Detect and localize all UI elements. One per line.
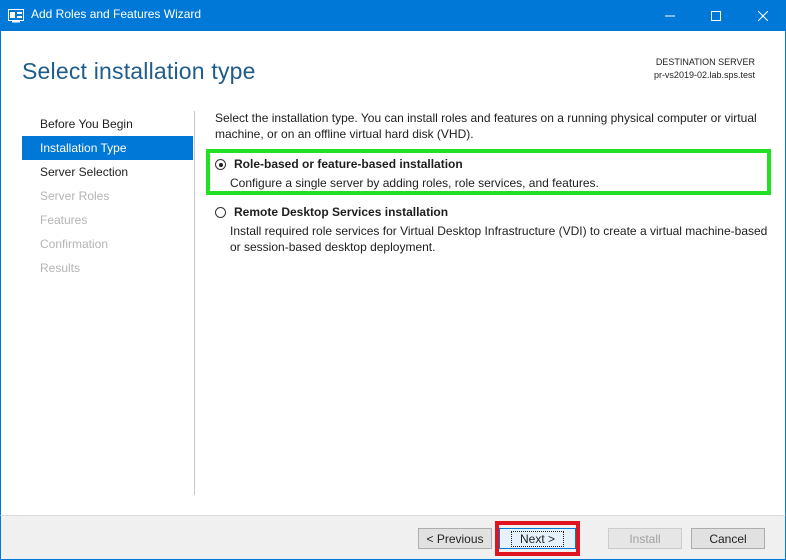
nav-item-before-you-begin[interactable]: Before You Begin xyxy=(22,112,193,136)
install-button: Install xyxy=(608,528,682,549)
minimize-icon xyxy=(665,15,675,16)
nav-item-server-selection[interactable]: Server Selection xyxy=(22,160,193,184)
previous-button[interactable]: < Previous xyxy=(418,528,492,549)
maximize-icon xyxy=(711,10,721,21)
nav-item-results: Results xyxy=(40,261,81,275)
radio-remote-desktop[interactable] xyxy=(215,207,226,218)
cancel-button-label: Cancel xyxy=(709,531,747,546)
install-button-label: Install xyxy=(629,531,661,546)
nav-item-features: Features xyxy=(40,213,88,227)
nav-item-server-roles: Server Roles xyxy=(40,189,110,203)
intro-text: Select the installation type. You can in… xyxy=(215,111,757,141)
wizard-footer: < Previous Next > Install Cancel xyxy=(0,515,786,560)
next-button-label: Next > xyxy=(510,530,564,547)
close-icon xyxy=(758,10,768,21)
next-button[interactable]: Next > xyxy=(499,528,576,549)
nav-item-installation-type[interactable]: Installation Type xyxy=(22,136,193,160)
highlight-role-based-option xyxy=(206,149,771,195)
previous-button-label: < Previous xyxy=(426,531,484,546)
nav-divider xyxy=(194,111,195,495)
maximize-button[interactable] xyxy=(693,0,739,31)
server-manager-icon xyxy=(8,8,24,23)
nav-item-confirmation: Confirmation xyxy=(40,237,109,251)
close-button[interactable] xyxy=(740,0,786,31)
wizard-nav: Before You Begin Installation Type Serve… xyxy=(22,112,193,280)
wizard-content: Select installation type DESTINATION SER… xyxy=(0,31,786,515)
option-remote-desktop-label[interactable]: Remote Desktop Services installation xyxy=(234,205,448,219)
destination-server-label: DESTINATION SERVER xyxy=(655,57,755,67)
destination-server-name: pr-vs2019-02.lab.sps.test xyxy=(653,70,755,80)
cancel-button[interactable]: Cancel xyxy=(691,528,765,549)
window-title: Add Roles and Features Wizard xyxy=(31,7,202,21)
option-remote-desktop-description: Install required role services for Virtu… xyxy=(230,224,768,254)
minimize-button[interactable] xyxy=(647,0,693,31)
page-title: Select installation type xyxy=(22,58,256,84)
title-bar: Add Roles and Features Wizard xyxy=(0,0,786,31)
